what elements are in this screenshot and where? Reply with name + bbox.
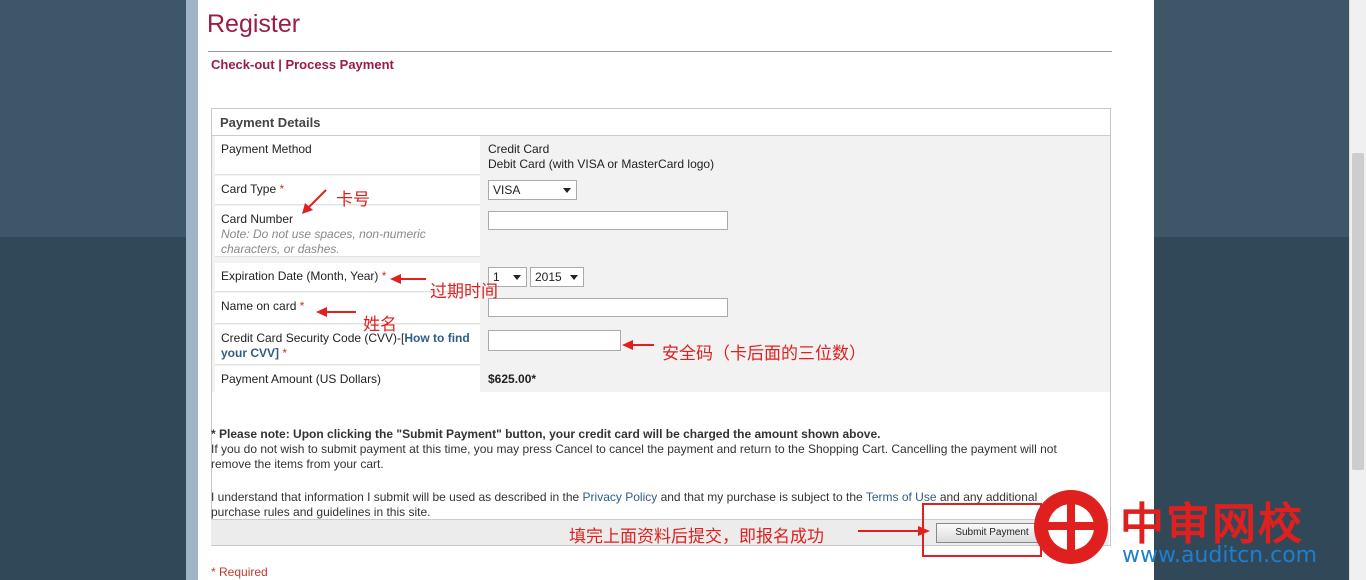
privacy-policy-link[interactable]: Privacy Policy — [583, 490, 658, 504]
scrollbar-thumb[interactable] — [1352, 153, 1364, 470]
logo-emblem-icon — [1034, 490, 1108, 564]
notice-warning: * Please note: Upon clicking the "Submit… — [211, 427, 881, 441]
amount-label: Payment Amount (US Dollars) — [221, 372, 382, 386]
expiration-label-wrap: Expiration Date (Month, Year) * — [221, 269, 386, 283]
title-divider — [208, 51, 1112, 52]
annotation-expiration: 过期时间 — [430, 282, 498, 302]
amount-cell: Payment Amount (US Dollars) — [215, 366, 480, 392]
card-type-label-wrap: Card Type * — [221, 182, 284, 196]
required-mark: * — [279, 182, 285, 196]
annotation-arrow-name — [316, 307, 356, 317]
chevron-down-icon — [513, 275, 521, 280]
breadcrumb: Check-out | Process Payment — [211, 57, 394, 72]
vertical-scrollbar[interactable] — [1349, 0, 1366, 580]
chevron-down-icon — [570, 275, 578, 280]
expiration-label: Expiration Date (Month, Year) — [221, 269, 379, 283]
card-number-label: Card Number — [221, 212, 294, 226]
card-type-label: Card Type — [221, 182, 277, 196]
card-number-note: Note: Do not use spaces, non-numeric cha… — [221, 227, 426, 256]
payment-details-panel: Payment Details Payment Method Credit Ca… — [211, 108, 1111, 546]
amount-value: $625.00* — [488, 372, 537, 386]
annotation-arrow-card-number — [302, 189, 327, 214]
payment-method-label: Payment Method — [221, 142, 312, 156]
breadcrumb-process-payment[interactable]: Process Payment — [285, 57, 393, 72]
cvv-label-suffix: ] — [275, 346, 280, 360]
card-number-input[interactable] — [488, 211, 728, 230]
name-label-wrap: Name on card * — [221, 299, 304, 313]
name-on-card-label: Name on card — [221, 299, 297, 313]
watermark-logo: 中审网校 www.auditcn.com — [1034, 488, 1346, 574]
breadcrumb-checkout[interactable]: Check-out — [211, 57, 275, 72]
cvv-input[interactable] — [488, 330, 621, 351]
annotation-card-number: 卡号 — [336, 190, 370, 210]
payment-method-credit[interactable]: Credit Card — [488, 142, 549, 156]
payment-notice: * Please note: Upon clicking the "Submit… — [211, 427, 1081, 472]
annotation-name: 姓名 — [363, 315, 397, 335]
required-note: * Required — [211, 565, 268, 579]
payment-method-cell: Payment Method — [215, 136, 480, 175]
annotation-arrow-cvv — [622, 340, 654, 350]
payment-method-debit[interactable]: Debit Card (with VISA or MasterCard logo… — [488, 157, 714, 171]
page-title: Register — [207, 10, 301, 38]
agree-part-1: I understand that information I submit w… — [211, 490, 583, 504]
panel-heading: Payment Details — [220, 115, 321, 130]
submit-highlight-box — [922, 503, 1042, 557]
payment-form-rows: Payment Method Credit Card Debit Card (w… — [212, 136, 1110, 392]
logo-url: www.auditcn.com — [1122, 543, 1318, 568]
breadcrumb-separator: | — [278, 57, 282, 72]
expiration-year-select[interactable]: 2015 — [530, 267, 584, 287]
expiration-year-value: 2015 — [535, 270, 562, 284]
annotation-cvv: 安全码（卡后面的三位数） — [662, 344, 866, 364]
card-number-cell: Card Number Note: Do not use spaces, non… — [215, 206, 480, 257]
required-mark: * — [381, 269, 387, 283]
card-type-select[interactable]: VISA — [488, 180, 577, 200]
panel-header: Payment Details — [212, 109, 1110, 136]
cvv-cell: Credit Card Security Code (CVV)-[How to … — [215, 325, 480, 365]
notice-text: If you do not wish to submit payment at … — [211, 442, 1057, 471]
name-on-card-input[interactable] — [488, 298, 728, 317]
annotation-submit: 填完上面资料后提交，即报名成功 — [569, 527, 824, 547]
chevron-down-icon — [563, 188, 571, 193]
required-mark: * — [282, 346, 288, 360]
annotation-arrow-expiration — [390, 274, 426, 284]
agree-part-2: and that my purchase is subject to the — [657, 490, 866, 504]
cvv-label-wrap: Credit Card Security Code (CVV)-[How to … — [221, 331, 476, 361]
terms-of-use-link[interactable]: Terms of Use — [866, 490, 937, 504]
required-mark: * — [299, 299, 305, 313]
annotation-arrow-submit — [858, 526, 930, 536]
logo-emblem-bar-v — [1067, 498, 1075, 556]
card-type-value: VISA — [493, 183, 521, 197]
